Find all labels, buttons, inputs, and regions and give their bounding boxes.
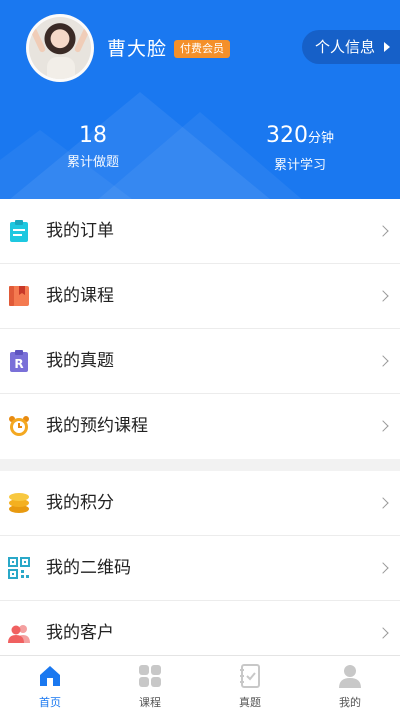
menu-item-orders[interactable]: 我的订单 [0, 199, 400, 264]
username: 曹大脸 [107, 38, 168, 60]
chevron-right-icon [377, 497, 389, 509]
stat-study-unit: 分钟 [307, 131, 334, 146]
chevron-right-icon [377, 420, 389, 432]
menu-group-2: 我的积分 我的二维码 我的客户 [0, 471, 400, 666]
stat-study-value: 320 [265, 123, 308, 148]
menu-item-label: 我的预约课程 [46, 416, 148, 436]
tab-home[interactable]: 首页 [0, 656, 100, 711]
clipboard-icon [10, 220, 28, 242]
menu-item-label: 我的二维码 [46, 558, 131, 578]
chevron-right-icon [377, 562, 389, 574]
profile-info-label: 个人信息 [315, 38, 376, 56]
profile-info-button[interactable]: 个人信息 [302, 30, 400, 64]
menu-item-label: 我的客户 [46, 623, 114, 643]
tab-courses[interactable]: 课程 [100, 656, 200, 711]
stat-questions-label: 累计做题 [66, 155, 119, 170]
stat-questions-value: 18 [79, 123, 107, 148]
notebook-icon [240, 664, 260, 688]
stat-study-label: 累计学习 [273, 158, 326, 173]
stat-questions: 18 累计做题 [0, 122, 193, 170]
grid-icon [139, 665, 161, 687]
tab-mine[interactable]: 我的 [300, 656, 400, 711]
member-badge: 付费会员 [174, 40, 230, 58]
menu-item-points[interactable]: 我的积分 [0, 471, 400, 536]
chevron-right-icon [377, 225, 389, 237]
person-icon [339, 665, 361, 688]
menu-item-label: 我的积分 [46, 493, 114, 513]
tab-label: 我的 [339, 696, 361, 709]
customers-icon [8, 625, 30, 643]
chevron-right-icon [377, 290, 389, 302]
avatar[interactable] [26, 14, 94, 82]
chevron-right-icon [377, 355, 389, 367]
tab-exams[interactable]: 真题 [200, 656, 300, 711]
exam-r-icon: R [10, 350, 28, 372]
svg-text:R: R [14, 357, 23, 371]
alarm-clock-icon [9, 416, 29, 436]
coins-icon [9, 493, 29, 513]
bottom-tab-bar: 首页 课程 真题 我的 [0, 655, 400, 711]
tab-label: 课程 [139, 696, 161, 709]
tab-label: 真题 [239, 696, 261, 709]
menu-item-label: 我的课程 [46, 286, 114, 306]
menu-item-appointments[interactable]: 我的预约课程 [0, 394, 400, 459]
menu-item-label: 我的真题 [46, 351, 114, 371]
menu-item-courses[interactable]: 我的课程 [0, 264, 400, 329]
stat-study-time: 320分钟 累计学习 [200, 122, 400, 173]
menu-item-qrcode[interactable]: 我的二维码 [0, 536, 400, 601]
caret-right-icon [384, 42, 390, 52]
menu-item-exams[interactable]: R 我的真题 [0, 329, 400, 394]
tab-label: 首页 [39, 696, 61, 709]
book-icon [9, 286, 29, 306]
qrcode-icon [8, 557, 30, 579]
chevron-right-icon [377, 627, 389, 639]
menu-item-label: 我的订单 [46, 221, 114, 241]
home-icon [40, 666, 60, 686]
profile-header: 曹大脸 付费会员 个人信息 18 累计做题 320分钟 累计学习 [0, 0, 400, 199]
menu-group-1: 我的订单 我的课程 R 我的真题 我的预约课程 [0, 199, 400, 459]
